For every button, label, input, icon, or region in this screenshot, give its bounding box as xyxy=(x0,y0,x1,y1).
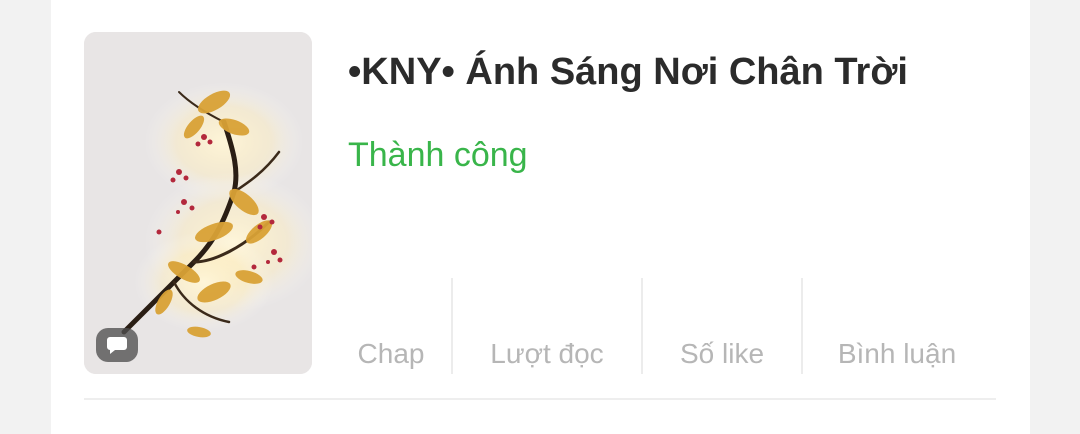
story-cover-image[interactable] xyxy=(84,32,312,374)
stat-reads: Lượt đọc xyxy=(451,278,641,374)
stat-likes: Số like xyxy=(641,278,801,374)
story-stats: Chap Lượt đọc Số like Bình luận xyxy=(331,278,991,374)
stat-chap-label: Chap xyxy=(357,338,425,369)
chat-bubble-icon xyxy=(96,328,138,362)
story-status: Thành công xyxy=(348,136,528,174)
divider xyxy=(84,398,996,400)
plum-blossom-illustration xyxy=(84,32,312,374)
stat-likes-label: Số like xyxy=(679,338,765,369)
stat-chap: Chap xyxy=(331,278,451,374)
stat-comments: Bình luận xyxy=(801,278,991,374)
stat-reads-label: Lượt đọc xyxy=(490,338,604,369)
stat-comments-label: Bình luận xyxy=(837,338,957,369)
story-card[interactable]: •KNY• Ánh Sáng Nơi Chân Trời Thành công … xyxy=(51,0,1030,434)
story-title[interactable]: •KNY• Ánh Sáng Nơi Chân Trời xyxy=(348,46,1008,98)
